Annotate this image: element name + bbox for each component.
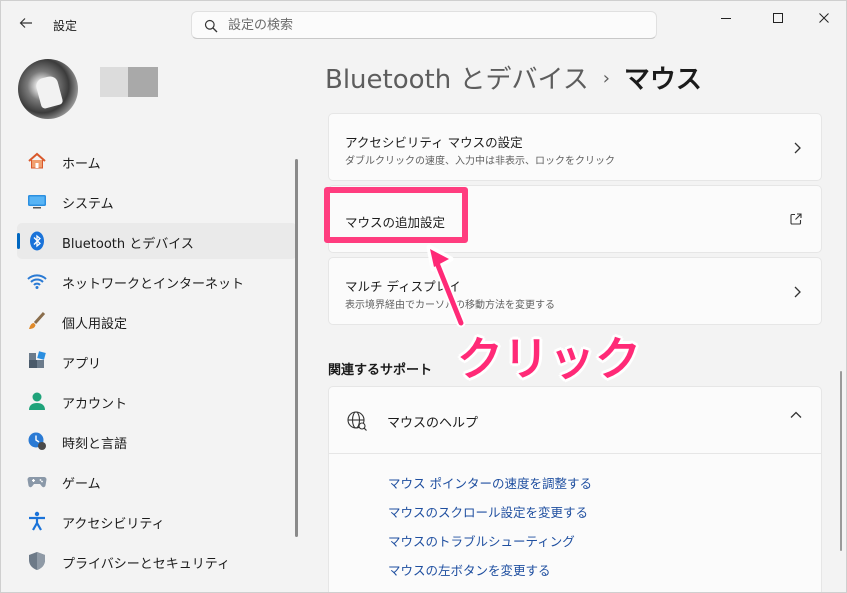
sidebar-item-label: Bluetooth とデバイス <box>62 237 194 252</box>
home-icon <box>28 152 46 169</box>
sidebar-item-time-language[interactable]: 時刻と言語 <box>17 423 297 459</box>
sidebar-item-label: アカウント <box>62 397 128 412</box>
click-annotation: クリック <box>457 332 641 386</box>
breadcrumb: Bluetooth とデバイス › マウス <box>325 59 702 96</box>
clock-globe-icon <box>28 432 46 450</box>
sidebar-item-gaming[interactable]: ゲーム <box>17 463 297 499</box>
sidebar: ホーム システム Bluetooth とデバイス ネットワークとインターネット … <box>17 143 297 583</box>
sidebar-item-label: アクセシビリティ <box>62 517 165 532</box>
avatar[interactable] <box>18 59 78 119</box>
sidebar-item-system[interactable]: システム <box>17 183 297 219</box>
sidebar-scrollbar[interactable] <box>295 159 298 537</box>
shield-icon <box>29 552 45 570</box>
mouse-help-title: マウスのヘルプ <box>387 416 479 431</box>
minimize-button[interactable] <box>712 9 740 29</box>
main-scrollbar[interactable] <box>840 371 842 551</box>
apps-icon <box>29 351 46 368</box>
multi-display-card[interactable]: マルチ ディスプレイ 表示境界経由でカーソルの移動方法を変更する <box>328 257 822 325</box>
help-link[interactable]: マウスのスクロール設定を変更する <box>388 502 588 521</box>
page-title: マウス <box>623 65 702 95</box>
help-link[interactable]: マウスの左ボタンを変更する <box>388 560 551 579</box>
sidebar-item-label: アプリ <box>62 357 102 372</box>
breadcrumb-separator-icon: › <box>602 68 610 89</box>
maximize-button[interactable] <box>764 9 792 29</box>
sidebar-item-apps[interactable]: アプリ <box>17 343 297 379</box>
app-title: 設定 <box>53 19 78 33</box>
sidebar-item-accessibility[interactable]: アクセシビリティ <box>17 503 297 539</box>
breadcrumb-parent[interactable]: Bluetooth とデバイス <box>325 65 589 95</box>
person-icon <box>29 392 45 410</box>
sidebar-item-accounts[interactable]: アカウント <box>17 383 297 419</box>
arrow-annotation-icon <box>426 244 466 328</box>
settings-window: 設定 ホーム <box>0 0 847 593</box>
title-bar: 設定 <box>1 1 846 49</box>
chevron-right-icon <box>794 142 801 154</box>
card-subtitle: ダブルクリックの速度、入力中は非表示、ロックをクリック <box>345 156 615 167</box>
help-link[interactable]: マウスのトラブルシューティング <box>388 531 575 550</box>
sidebar-item-personalization[interactable]: 個人用設定 <box>17 303 297 339</box>
card-title: アクセシビリティ マウスの設定 <box>345 135 523 150</box>
sidebar-item-label: ゲーム <box>62 477 101 492</box>
sidebar-item-network[interactable]: ネットワークとインターネット <box>17 263 297 299</box>
wifi-icon <box>27 274 47 289</box>
close-icon <box>819 13 829 23</box>
search-box[interactable] <box>191 11 657 39</box>
mouse-help-card: マウスのヘルプ マウス ポインターの速度を調整する マウスのスクロール設定を変更… <box>328 386 822 592</box>
sidebar-item-label: ホーム <box>62 157 101 172</box>
sidebar-item-bluetooth[interactable]: Bluetooth とデバイス <box>17 223 297 259</box>
related-support-heading: 関連するサポート <box>328 363 433 378</box>
monitor-icon <box>28 195 46 209</box>
sidebar-item-privacy-security[interactable]: プライバシーとセキュリティ <box>17 543 297 579</box>
paintbrush-icon <box>29 311 46 329</box>
sidebar-item-label: プライバシーとセキュリティ <box>62 557 230 572</box>
minimize-icon <box>721 18 731 19</box>
search-input[interactable] <box>228 15 628 35</box>
help-link[interactable]: マウス ポインターの速度を調整する <box>388 473 592 492</box>
chevron-up-icon <box>790 411 802 418</box>
globe-icon <box>347 411 367 431</box>
sidebar-item-home[interactable]: ホーム <box>17 143 297 179</box>
selection-indicator <box>17 233 20 249</box>
close-button[interactable] <box>810 9 838 29</box>
user-name-redacted <box>100 67 158 97</box>
back-arrow-icon <box>19 18 32 28</box>
bluetooth-icon <box>30 231 44 251</box>
accessibility-icon <box>29 511 45 531</box>
gamepad-icon <box>27 477 47 488</box>
back-button[interactable] <box>15 15 37 35</box>
sidebar-item-label: 個人用設定 <box>62 317 128 332</box>
search-icon <box>204 19 218 33</box>
maximize-icon <box>773 13 783 23</box>
mouse-help-header[interactable]: マウスのヘルプ <box>329 387 821 454</box>
sidebar-item-label: ネットワークとインターネット <box>62 277 245 292</box>
chevron-right-icon <box>794 286 801 298</box>
external-link-icon <box>790 213 802 225</box>
sidebar-item-label: 時刻と言語 <box>62 437 128 452</box>
highlight-box <box>324 187 468 243</box>
accessibility-mouse-settings-card[interactable]: アクセシビリティ マウスの設定 ダブルクリックの速度、入力中は非表示、ロックをク… <box>328 113 822 181</box>
sidebar-item-label: システム <box>62 197 114 212</box>
